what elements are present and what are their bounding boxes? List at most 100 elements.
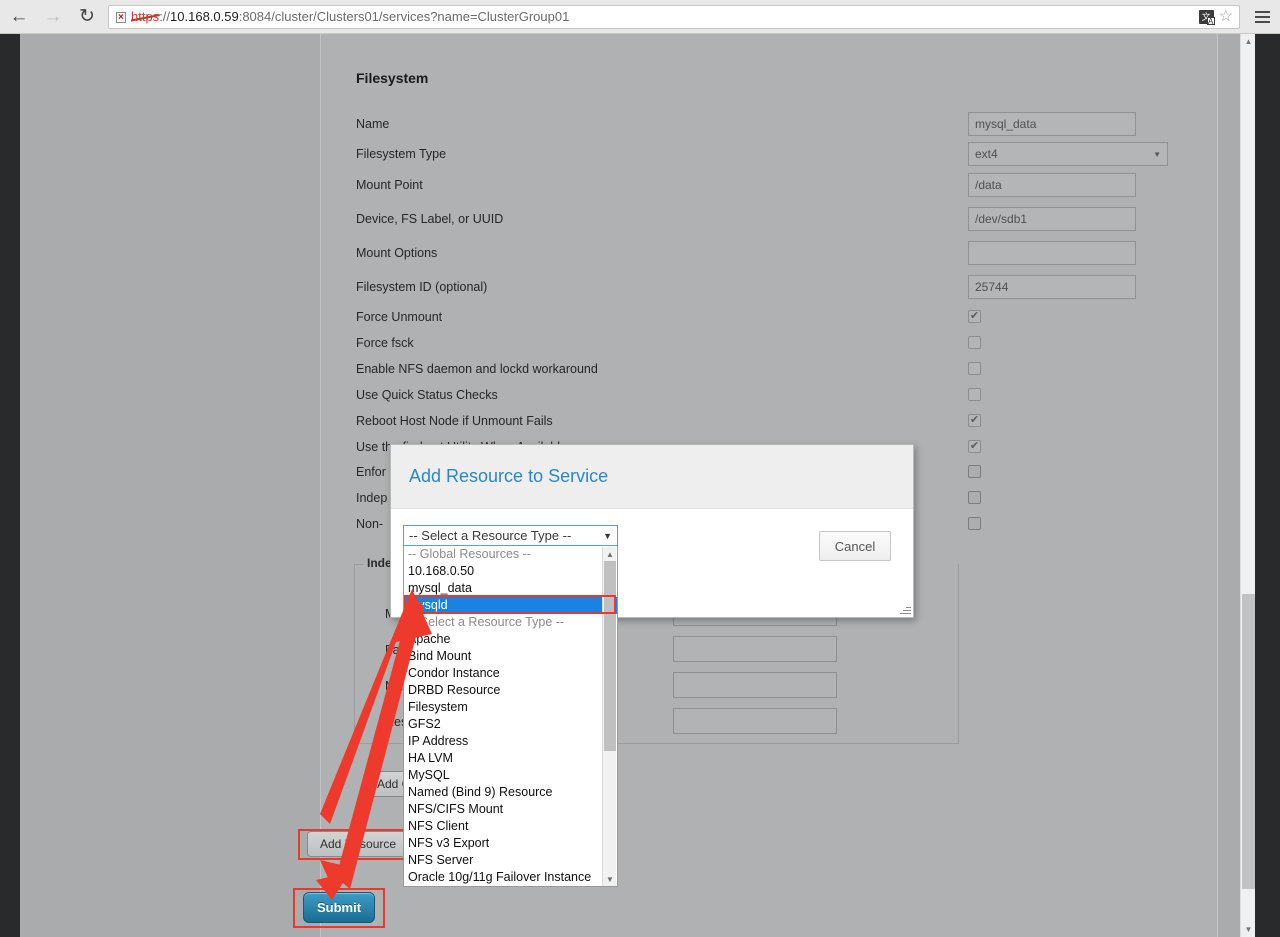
scroll-down-icon[interactable]: ▼: [1241, 922, 1256, 937]
fieldset-text-input[interactable]: [673, 708, 837, 734]
fieldset-text-input[interactable]: [673, 672, 837, 698]
form-label: Force fsck: [356, 336, 414, 350]
option-item[interactable]: NFS/CIFS Mount: [404, 801, 617, 818]
form-label: Force Unmount: [356, 310, 443, 324]
option-item[interactable]: Apache: [404, 631, 617, 648]
submit-button[interactable]: Submit: [303, 892, 375, 923]
checkbox[interactable]: [968, 310, 981, 323]
option-item[interactable]: Named (Bind 9) Resource: [404, 784, 617, 801]
fieldset-text-input[interactable]: [673, 636, 837, 662]
form-row: Mount Options: [356, 241, 1156, 265]
input-value: /data: [975, 178, 1002, 192]
dialog-header: Add Resource to Service: [391, 445, 913, 509]
form-row: Name mysql_data: [356, 112, 1156, 136]
option-item[interactable]: 10.168.0.50: [404, 563, 617, 580]
form-label: Mount Options: [356, 246, 438, 260]
form-label: Use Quick Status Checks: [356, 388, 498, 402]
option-item[interactable]: IP Address: [404, 733, 617, 750]
option-item[interactable]: mysql_data: [404, 580, 617, 597]
option-selected[interactable]: mysqld: [404, 597, 617, 614]
form-label: Name: [356, 117, 390, 131]
forward-arrow-icon[interactable]: →: [38, 2, 68, 32]
checkbox[interactable]: [968, 491, 981, 504]
form-row: Filesystem Type ext4 ▼: [356, 142, 1168, 166]
form-row: Device, FS Label, or UUID/dev/sdb1: [356, 207, 1156, 231]
omnibox-icons: 文A ☆: [1198, 8, 1233, 25]
checkbox[interactable]: [968, 362, 981, 375]
text-input[interactable]: 25744: [968, 275, 1136, 299]
form-label: Mount Point: [356, 178, 423, 192]
hamburger-menu-icon[interactable]: [1248, 2, 1276, 32]
checkbox[interactable]: [968, 517, 981, 530]
chevron-down-icon: ▼: [603, 530, 612, 541]
translate-icon[interactable]: 文A: [1198, 9, 1215, 25]
add-resource-button[interactable]: Add Resource: [307, 831, 410, 857]
text-input[interactable]: /data: [968, 173, 1136, 197]
form-row: Force fsck: [356, 332, 1156, 354]
option-item[interactable]: DRBD Resource: [404, 682, 617, 699]
form-row: Use Quick Status Checks: [356, 384, 1156, 406]
scroll-up-icon[interactable]: ▲: [1241, 34, 1256, 49]
filesystem-form: Filesystem: [356, 70, 1156, 106]
url-scheme: https: [131, 9, 160, 24]
form-row: Enable NFS daemon and lockd workaround: [356, 358, 1156, 380]
url-path: :8084/cluster/Clusters01/services?name=C…: [238, 9, 570, 24]
input-value: mysql_data: [975, 117, 1037, 131]
options-scrollbar[interactable]: ▲ ▼: [602, 547, 616, 886]
option-item[interactable]: NFS Client: [404, 818, 617, 835]
page-viewport: Filesystem Name mysql_data Filesystem Type…: [0, 34, 1280, 937]
resource-type-options-list[interactable]: -- Global Resources -- 10.168.0.50 mysql_d…: [403, 546, 618, 887]
option-item[interactable]: GFS2: [404, 716, 617, 733]
reload-icon[interactable]: ↻: [72, 2, 102, 32]
options-scroll-up-icon[interactable]: ▲: [603, 547, 617, 561]
text-input[interactable]: /dev/sdb1: [968, 207, 1136, 231]
form-label: Device, FS Label, or UUID: [356, 212, 504, 226]
page-title: Filesystem: [356, 70, 429, 86]
option-item[interactable]: Condor Instance: [404, 665, 617, 682]
address-bar[interactable]: × https://10.168.0.59:8084/cluster/Clust…: [108, 4, 1240, 29]
cancel-button[interactable]: Cancel: [819, 531, 891, 561]
option-item[interactable]: -- Select a Resource Type --: [404, 614, 617, 631]
option-item[interactable]: HA LVM: [404, 750, 617, 767]
text-input[interactable]: [968, 241, 1136, 265]
browser-toolbar: ← → ↻ × https://10.168.0.59:8084/cluster…: [0, 0, 1280, 34]
url-host: 10.168.0.59: [170, 9, 239, 24]
option-item[interactable]: -- Global Resources --: [404, 546, 617, 563]
form-label: Filesystem ID (optional): [356, 280, 488, 294]
checkbox[interactable]: [968, 388, 981, 401]
checkbox[interactable]: [968, 336, 981, 349]
form-label: Filesystem Type: [356, 147, 447, 161]
filesystem-type-select[interactable]: ext4 ▼: [968, 142, 1168, 166]
options-host: -- Global Resources -- 10.168.0.50 mysql_d…: [404, 546, 617, 886]
form-row: Mount Point/data: [356, 173, 1156, 197]
checkbox[interactable]: [968, 440, 981, 453]
insecure-certificate-icon[interactable]: ×: [115, 9, 128, 24]
options-scrollbar-thumb[interactable]: [604, 561, 616, 751]
option-item[interactable]: NFS Server: [404, 852, 617, 869]
option-item[interactable]: NFS v3 Export: [404, 835, 617, 852]
checkbox[interactable]: [968, 414, 981, 427]
options-scroll-down-icon[interactable]: ▼: [603, 872, 617, 886]
text-input[interactable]: mysql_data: [968, 112, 1136, 136]
form-row: Reboot Host Node if Unmount Fails: [356, 410, 1156, 432]
form-label: Reboot Host Node if Unmount Fails: [356, 414, 553, 428]
dialog-title: Add Resource to Service: [409, 466, 609, 486]
scrollbar-thumb[interactable]: [1242, 594, 1255, 889]
checkbox[interactable]: [968, 465, 981, 478]
input-value: 25744: [975, 280, 1009, 294]
form-label: Enable NFS daemon and lockd workaround: [356, 362, 598, 376]
option-item[interactable]: Bind Mount: [404, 648, 617, 665]
input-value: ext4: [975, 147, 998, 161]
resource-type-select-value: -- Select a Resource Type --: [409, 528, 572, 543]
input-value: /dev/sdb1: [975, 212, 1028, 226]
page-scrollbar[interactable]: ▲ ▼: [1240, 34, 1255, 937]
option-item[interactable]: Oracle 10g/11g Failover Instance: [404, 869, 617, 886]
option-item[interactable]: MySQL: [404, 767, 617, 784]
resize-grip-icon[interactable]: [899, 603, 911, 615]
url-separator: ://: [159, 9, 171, 24]
back-arrow-icon[interactable]: ←: [4, 2, 34, 32]
star-icon[interactable]: ☆: [1219, 8, 1233, 24]
option-item[interactable]: Filesystem: [404, 699, 617, 716]
resource-type-select[interactable]: -- Select a Resource Type -- ▼: [403, 525, 618, 546]
web-page: Filesystem Name mysql_data Filesystem Type…: [20, 34, 1255, 937]
